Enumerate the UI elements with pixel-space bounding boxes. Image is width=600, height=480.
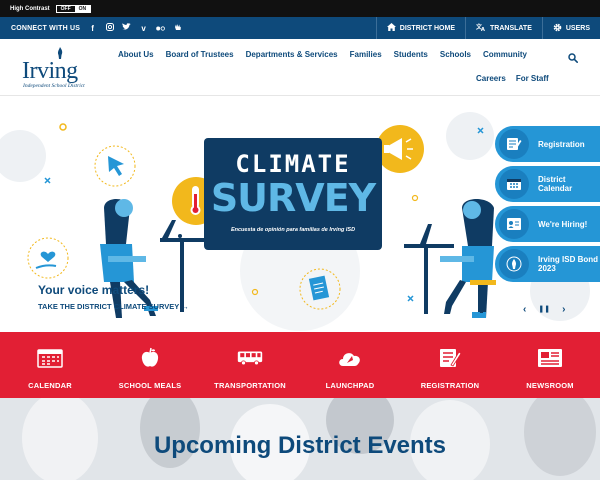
red-bar-transportation[interactable]: TRANSPORTATION <box>200 332 300 398</box>
slider-next-button[interactable]: › <box>562 304 565 316</box>
quick-link-registration[interactable]: Registration <box>495 126 600 162</box>
quick-access-bar: CALENDAR SCHOOL MEALS TRANSPORTATION LAU… <box>0 332 600 398</box>
red-bar-label: SCHOOL MEALS <box>118 381 182 390</box>
nav-for-staff[interactable]: For Staff <box>516 74 549 83</box>
site-header: Irving Independent School District About… <box>0 39 600 96</box>
home-icon <box>386 23 396 33</box>
instagram-icon[interactable] <box>105 23 114 33</box>
users-link[interactable]: USERS <box>541 17 600 39</box>
utility-links: DISTRICT HOME 文A TRANSLATE USERS <box>375 17 600 39</box>
board-title-line2: SURVEY <box>210 176 376 220</box>
red-bar-registration[interactable]: REGISTRATION <box>400 332 500 398</box>
board-subtitle: Encuesta de opinión para familias de Irv… <box>230 227 356 233</box>
quick-link-calendar[interactable]: District Calendar <box>495 166 600 202</box>
red-bar-calendar[interactable]: CALENDAR <box>0 332 100 398</box>
red-bar-launchpad[interactable]: LAUNCHPAD <box>300 332 400 398</box>
main-nav: About Us Board of Trustees Departments &… <box>118 50 568 83</box>
apple-icon <box>137 347 163 369</box>
toggle-on[interactable]: ON <box>74 5 91 12</box>
social-links: f v <box>88 23 182 33</box>
bus-icon <box>237 347 263 369</box>
nav-board-of-trustees[interactable]: Board of Trustees <box>166 50 234 59</box>
svg-text:A: A <box>481 27 485 31</box>
hero-title: Your voice matters! <box>38 283 150 297</box>
nav-departments-services[interactable]: Departments & Services <box>246 50 338 59</box>
climate-survey-link[interactable]: TAKE THE DISTRICT CLIMATE SURVEY → <box>38 302 189 311</box>
bond-icon <box>499 249 529 279</box>
quick-link-label: We're Hiring! <box>538 219 588 229</box>
red-bar-school-meals[interactable]: SCHOOL MEALS <box>100 332 200 398</box>
red-bar-label: TRANSPORTATION <box>214 381 286 390</box>
district-logo[interactable]: Irving Independent School District <box>22 47 104 91</box>
facebook-icon[interactable]: f <box>88 24 97 33</box>
quick-link-hiring[interactable]: We're Hiring! <box>495 206 600 242</box>
translate-icon: 文A <box>475 23 486 33</box>
events-section: Upcoming District Events <box>0 398 600 480</box>
hiring-icon <box>499 209 529 239</box>
high-contrast-bar: High Contrast OFF ON <box>0 0 600 17</box>
district-home-link[interactable]: DISTRICT HOME <box>375 17 465 39</box>
nav-families[interactable]: Families <box>350 50 382 59</box>
twitter-icon[interactable] <box>122 23 131 33</box>
newspaper-icon <box>537 347 563 369</box>
red-bar-label: NEWSROOM <box>526 381 574 390</box>
search-icon[interactable] <box>568 53 578 63</box>
quick-link-label: District Calendar <box>538 175 573 193</box>
logo-subtitle: Independent School District <box>23 83 85 89</box>
nav-students[interactable]: Students <box>394 50 428 59</box>
slider-pause-button[interactable]: ❚❚ <box>538 304 550 316</box>
gear-icon <box>553 23 562 34</box>
events-title: Upcoming District Events <box>153 432 447 459</box>
nav-about-us[interactable]: About Us <box>118 50 154 59</box>
red-bar-label: REGISTRATION <box>420 381 480 390</box>
vimeo-icon[interactable]: v <box>139 24 148 33</box>
slider-prev-button[interactable]: ‹ <box>523 304 526 316</box>
peachjar-icon[interactable] <box>173 23 182 33</box>
red-bar-label: LAUNCHPAD <box>325 381 375 390</box>
high-contrast-label: High Contrast <box>10 5 50 12</box>
users-label: USERS <box>565 24 590 32</box>
nav-community[interactable]: Community <box>483 50 527 59</box>
red-bar-newsroom[interactable]: NEWSROOM <box>500 332 600 398</box>
logo-wordmark: Irving <box>22 58 78 84</box>
toggle-off[interactable]: OFF <box>56 5 75 12</box>
registration-icon <box>437 347 463 369</box>
translate-link[interactable]: 文A TRANSLATE <box>465 17 542 39</box>
slider-controls: ‹ ❚❚ › <box>523 304 565 316</box>
connect-label: CONNECT WITH US <box>11 24 81 32</box>
red-bar-label: CALENDAR <box>28 381 72 390</box>
quick-link-label: Irving ISD Bond 2023 <box>538 255 598 273</box>
calendar-icon <box>499 169 529 199</box>
district-home-label: DISTRICT HOME <box>399 24 455 32</box>
utility-bar: CONNECT WITH US f v DISTRICT HOME 文A TRA… <box>0 17 600 39</box>
translate-label: TRANSLATE <box>490 24 532 32</box>
calendar-icon <box>37 347 63 369</box>
board-title-line1: CLIMATE <box>235 150 351 178</box>
registration-icon <box>499 129 529 159</box>
high-contrast-toggle[interactable]: OFF ON <box>55 4 92 13</box>
quick-link-label: Registration <box>538 139 585 149</box>
nav-careers[interactable]: Careers <box>476 74 506 83</box>
launchpad-icon <box>337 347 363 369</box>
climate-survey-board: CLIMATE SURVEY Encuesta de opinión para … <box>204 138 382 250</box>
nav-schools[interactable]: Schools <box>440 50 471 59</box>
flickr-icon[interactable] <box>156 24 166 33</box>
quick-link-bond[interactable]: Irving ISD Bond 2023 <box>495 246 600 282</box>
